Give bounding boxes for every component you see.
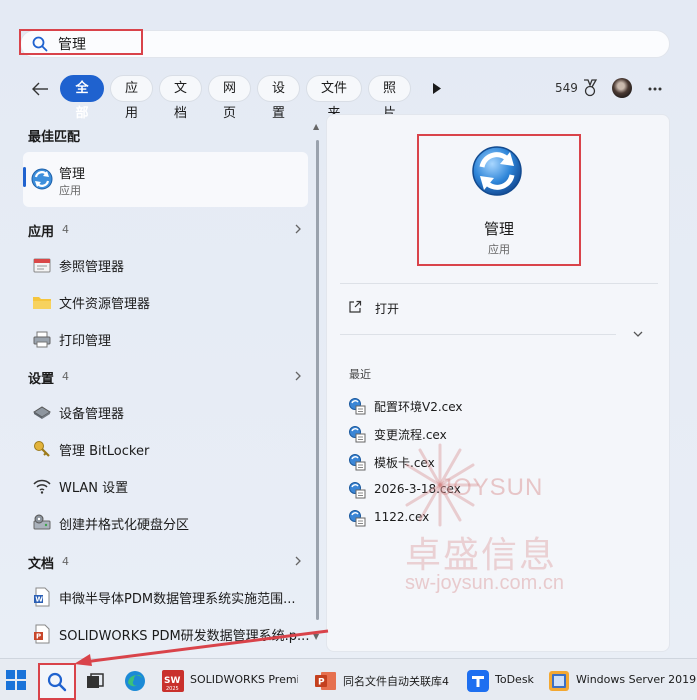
best-match-type: 应用 [59,184,81,197]
setting-item-disk-partition[interactable]: 创建并格式化硬盘分区 [32,511,302,535]
apps-section-title[interactable]: 应用 [28,221,54,240]
solidworks-icon: SW 2025 [162,670,184,692]
document-item-label: 申微半导体PDM数据管理系统实施范围... [59,592,296,607]
preview-highlight-box [417,134,581,266]
todesk-icon [467,670,489,692]
divider [340,334,616,335]
chevron-right-icon[interactable] [294,555,302,567]
app-item-label: 打印管理 [59,334,112,349]
task-view-icon[interactable] [86,673,104,691]
setting-item-label: 管理 BitLocker [59,444,150,459]
best-match-title: 最佳匹配 [28,130,81,145]
recent-file[interactable]: 1122.cex [348,508,548,528]
windows-start-icon[interactable] [6,670,26,690]
watermark-url: sw-joysun.com.cn [405,572,564,594]
cex-file-icon [349,482,366,499]
cex-file-icon [349,454,366,471]
filter-documents[interactable]: 文档 [159,75,202,121]
settings-count: 4 [62,370,69,383]
taskbar-app-todesk[interactable]: ToDesk [467,662,537,698]
rewards-points: 549 [555,81,578,95]
svg-text:2025: 2025 [166,686,179,692]
print-management-icon [33,331,51,348]
powerpoint-icon: P [315,672,336,690]
watermark-brand: JOYSUN [440,474,544,501]
svg-text:P: P [318,678,325,688]
document-item[interactable]: W 申微半导体PDM数据管理系统实施范围... [32,585,302,609]
app-item-file-explorer[interactable]: 文件资源管理器 [32,290,302,314]
documents-count: 4 [62,555,69,568]
chevron-down-icon[interactable] [632,330,644,338]
medal-icon[interactable] [582,79,598,97]
setting-item-label: 创建并格式化硬盘分区 [59,518,190,533]
documents-section-title[interactable]: 文档 [28,553,54,572]
app-item-label: 文件资源管理器 [59,297,151,312]
setting-item-label: WLAN 设置 [59,481,129,496]
key-icon [34,441,50,457]
open-action[interactable]: 打开 [375,300,399,317]
scrollbar-thumb[interactable] [316,140,319,620]
cex-file-icon [349,426,366,443]
taskbar-app-label: 同名文件自动关联库4 [343,675,449,688]
app-item-print-management[interactable]: 打印管理 [32,327,302,351]
search-icon [47,672,67,692]
cex-file-icon [349,510,366,527]
svg-text:SW: SW [164,676,180,686]
back-arrow-icon[interactable] [30,80,50,98]
recent-file[interactable]: 配置环境V2.cex [348,396,548,416]
app-item-label: 参照管理器 [59,260,125,275]
setting-item-device-manager[interactable]: 设备管理器 [32,400,302,424]
powerpoint-doc-icon: P [34,624,50,644]
taskbar-app-label: Windows Server 2019 [576,673,697,686]
recent-title: 最近 [349,368,371,381]
filter-apps[interactable]: 应用 [110,75,153,121]
recent-file-label: 模板卡.cex [374,456,435,470]
app-item-reference-manager[interactable]: 参照管理器 [32,253,302,277]
management-app-icon [31,168,53,190]
selection-indicator [23,167,26,187]
disk-partition-icon [33,514,51,530]
more-icon[interactable] [648,87,662,91]
taskbar-app-powerpoint[interactable]: P 同名文件自动关联库4 [315,662,455,698]
recent-file-label: 变更流程.cex [374,428,447,442]
wifi-icon [33,479,51,494]
best-match-name: 管理 [59,167,86,182]
filter-web[interactable]: 网页 [208,75,251,121]
open-external-icon[interactable] [348,300,362,314]
svg-text:P: P [36,633,41,641]
folder-icon [33,297,51,309]
setting-item-wlan[interactable]: WLAN 设置 [32,474,302,498]
setting-item-label: 设备管理器 [59,407,125,422]
vm-icon [549,671,569,691]
taskbar-app-windows-server[interactable]: Windows Server 2019 [548,662,697,698]
chevron-right-icon[interactable] [294,223,302,235]
recent-file[interactable]: 模板卡.cex [348,452,548,472]
chevron-right-icon[interactable] [294,370,302,382]
scroll-up-icon[interactable]: ▲ [313,122,319,131]
filter-folders[interactable]: 文件夹 [306,75,362,121]
avatar[interactable] [612,78,632,98]
search-highlight-box [19,29,143,55]
filter-photos[interactable]: 照片 [368,75,411,121]
taskbar-app-solidworks[interactable]: SW 2025 SOLIDWORKS Premiu [162,662,300,698]
svg-text:W: W [35,596,43,604]
divider [340,283,658,284]
edge-browser-icon[interactable] [124,670,146,692]
reference-manager-icon [33,258,51,273]
recent-file-label: 配置环境V2.cex [374,400,463,414]
recent-file-label: 1122.cex [374,510,430,524]
filter-all[interactable]: 全部 [60,75,104,121]
taskbar-app-label: ToDesk [495,673,534,686]
word-doc-icon: W [34,587,50,607]
device-manager-icon [33,406,51,419]
filter-settings[interactable]: 设置 [257,75,300,121]
play-icon[interactable] [432,83,442,94]
cex-file-icon [349,398,366,415]
setting-item-bitlocker[interactable]: 管理 BitLocker [32,437,302,461]
apps-count: 4 [62,223,69,236]
settings-section-title[interactable]: 设置 [28,368,54,387]
taskbar-app-label: SOLIDWORKS Premiu [190,673,298,686]
recent-file[interactable]: 变更流程.cex [348,424,548,444]
watermark-chinese: 卓盛信息 [405,535,558,576]
